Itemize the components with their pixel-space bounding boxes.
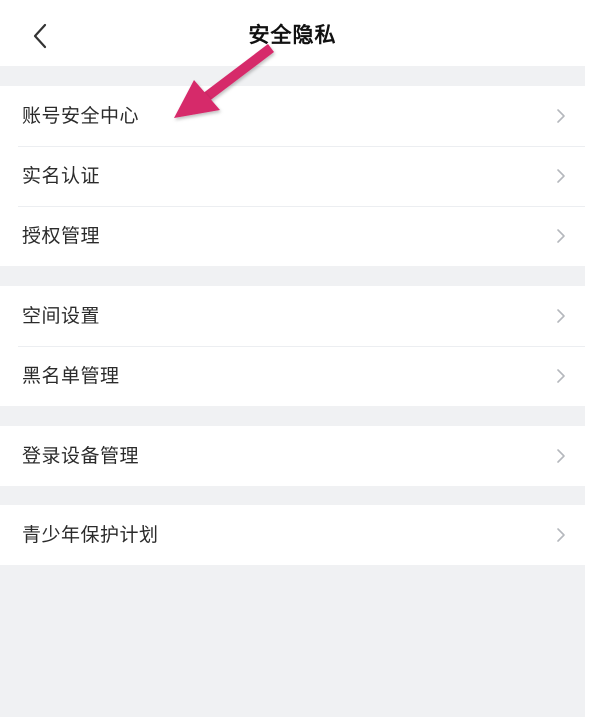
page-title: 安全隐私: [248, 23, 337, 47]
chevron-right-icon: [551, 106, 571, 126]
settings-group-devices: 登录设备管理: [0, 426, 585, 486]
menu-item-account-security-center[interactable]: 账号安全中心: [0, 86, 585, 146]
menu-item-label: 青少年保护计划: [22, 524, 159, 546]
chevron-right-icon: [551, 306, 571, 326]
chevron-right-icon: [551, 525, 571, 545]
settings-group-account: 账号安全中心 实名认证 授权管理: [0, 86, 585, 266]
settings-group-space: 空间设置 黑名单管理: [0, 286, 585, 406]
menu-item-label: 实名认证: [22, 165, 101, 187]
settings-group-youth: 青少年保护计划: [0, 505, 585, 565]
settings-screen: 安全隐私 账号安全中心 实名认证 授权管理 空间设置 黑名单管理 登录设备管理 …: [0, 0, 585, 717]
menu-item-youth-protection-plan[interactable]: 青少年保护计划: [0, 505, 585, 565]
chevron-right-icon: [551, 166, 571, 186]
menu-item-authorization-management[interactable]: 授权管理: [0, 206, 585, 266]
chevron-right-icon: [551, 366, 571, 386]
menu-item-label: 空间设置: [22, 305, 101, 327]
menu-item-label: 账号安全中心: [22, 105, 140, 127]
nav-bar: 安全隐私: [0, 0, 585, 66]
menu-item-login-device-management[interactable]: 登录设备管理: [0, 426, 585, 486]
menu-item-label: 授权管理: [22, 225, 101, 247]
chevron-right-icon: [551, 446, 571, 466]
menu-item-real-name-verification[interactable]: 实名认证: [0, 146, 585, 206]
chevron-right-icon: [551, 226, 571, 246]
menu-item-blacklist-management[interactable]: 黑名单管理: [0, 346, 585, 406]
menu-item-label: 登录设备管理: [22, 445, 140, 467]
menu-item-label: 黑名单管理: [22, 365, 120, 387]
menu-item-space-settings[interactable]: 空间设置: [0, 286, 585, 346]
